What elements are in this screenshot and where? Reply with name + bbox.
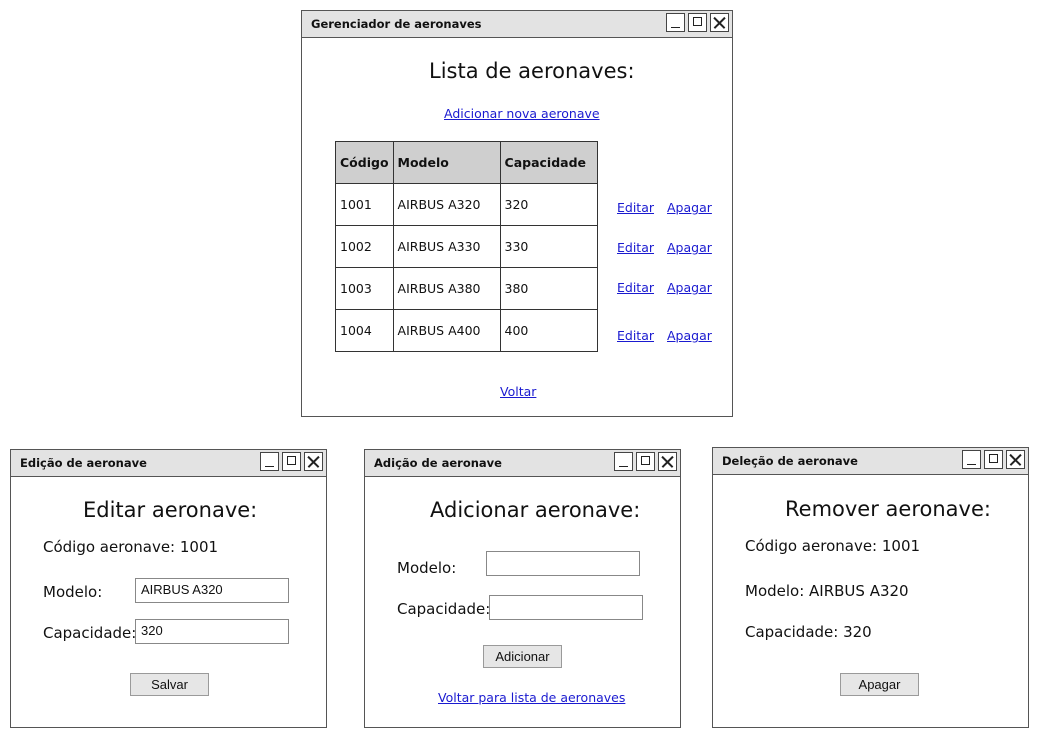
table-row: 1001 AIRBUS A320 320 xyxy=(335,183,599,226)
delete-link-row-4[interactable]: Apagar xyxy=(667,328,712,343)
cell-model: AIRBUS A380 xyxy=(392,267,501,310)
capacity-field[interactable] xyxy=(489,595,643,620)
column-header-capacity: Capacidade xyxy=(499,141,599,184)
cell-model: AIRBUS A330 xyxy=(392,225,501,268)
back-to-list-link[interactable]: Voltar para lista de aeronaves xyxy=(438,690,625,705)
cell-model: AIRBUS A400 xyxy=(392,309,501,352)
cell-capacity: 380 xyxy=(499,267,599,310)
maximize-icon[interactable] xyxy=(636,452,655,471)
close-icon[interactable] xyxy=(1006,450,1025,469)
minimize-icon[interactable] xyxy=(666,13,685,32)
window-title: Edição de aeronave xyxy=(20,456,147,470)
close-icon[interactable] xyxy=(304,452,323,471)
aircraft-code-text: Código aeronave: 1001 xyxy=(745,537,921,555)
window-controls xyxy=(962,450,1025,469)
close-icon[interactable] xyxy=(658,452,677,471)
cell-model: AIRBUS A320 xyxy=(392,183,501,226)
cell-capacity: 330 xyxy=(499,225,599,268)
maximize-icon[interactable] xyxy=(282,452,301,471)
edit-link-row-4[interactable]: Editar xyxy=(617,328,654,343)
aircraft-table: Código Modelo Capacidade 1001 AIRBUS A32… xyxy=(335,141,599,352)
minimize-icon[interactable] xyxy=(614,452,633,471)
delete-link-row-3[interactable]: Apagar xyxy=(667,280,712,295)
window-title: Adição de aeronave xyxy=(374,456,502,470)
minimize-icon[interactable] xyxy=(962,450,981,469)
model-field[interactable] xyxy=(486,551,640,576)
edit-link-row-1[interactable]: Editar xyxy=(617,200,654,215)
page-title: Adicionar aeronave: xyxy=(430,498,641,522)
cell-code: 1001 xyxy=(335,183,394,226)
cell-code: 1004 xyxy=(335,309,394,352)
add-aircraft-link[interactable]: Adicionar nova aeronave xyxy=(444,106,600,121)
aircraft-capacity-text: Capacidade: 320 xyxy=(745,623,872,641)
close-icon[interactable] xyxy=(710,13,729,32)
save-button[interactable]: Salvar xyxy=(130,673,209,696)
table-row: 1004 AIRBUS A400 400 xyxy=(335,309,599,352)
cell-capacity: 400 xyxy=(499,309,599,352)
capacity-field[interactable]: 320 xyxy=(135,619,289,644)
maximize-icon[interactable] xyxy=(688,13,707,32)
edit-link-row-3[interactable]: Editar xyxy=(617,280,654,295)
page-title: Lista de aeronaves: xyxy=(429,59,635,83)
edit-window: Edição de aeronave Editar aeronave: Códi… xyxy=(10,449,327,728)
window-controls xyxy=(666,13,729,32)
table-row: 1002 AIRBUS A330 330 xyxy=(335,225,599,268)
add-window-titlebar: Adição de aeronave xyxy=(365,450,680,477)
delete-button[interactable]: Apagar xyxy=(840,673,919,696)
model-label: Modelo: xyxy=(397,559,457,577)
column-header-model: Modelo xyxy=(392,141,501,184)
minimize-icon[interactable] xyxy=(260,452,279,471)
window-title: Gerenciador de aeronaves xyxy=(311,17,482,31)
delete-link-row-2[interactable]: Apagar xyxy=(667,240,712,255)
edit-window-titlebar: Edição de aeronave xyxy=(11,450,326,477)
capacity-label: Capacidade: xyxy=(397,600,491,618)
column-header-code: Código xyxy=(335,141,394,184)
cell-code: 1002 xyxy=(335,225,394,268)
capacity-label: Capacidade: xyxy=(43,624,137,642)
page-title: Remover aeronave: xyxy=(785,497,991,521)
delete-window-titlebar: Deleção de aeronave xyxy=(713,448,1028,475)
aircraft-code-text: Código aeronave: 1001 xyxy=(43,538,219,556)
cell-capacity: 320 xyxy=(499,183,599,226)
window-title: Deleção de aeronave xyxy=(722,454,858,468)
edit-link-row-2[interactable]: Editar xyxy=(617,240,654,255)
aircraft-model-text: Modelo: AIRBUS A320 xyxy=(745,582,909,600)
add-button[interactable]: Adicionar xyxy=(483,645,562,668)
table-header-row: Código Modelo Capacidade xyxy=(335,141,599,184)
main-window: Gerenciador de aeronaves Lista de aerona… xyxy=(301,10,733,417)
maximize-icon[interactable] xyxy=(984,450,1003,469)
window-controls xyxy=(614,452,677,471)
page-title: Editar aeronave: xyxy=(83,498,258,522)
model-field[interactable]: AIRBUS A320 xyxy=(135,578,289,603)
back-link[interactable]: Voltar xyxy=(500,384,536,399)
window-controls xyxy=(260,452,323,471)
add-window: Adição de aeronave Adicionar aeronave: M… xyxy=(364,449,681,728)
delete-link-row-1[interactable]: Apagar xyxy=(667,200,712,215)
table-row: 1003 AIRBUS A380 380 xyxy=(335,267,599,310)
cell-code: 1003 xyxy=(335,267,394,310)
main-window-titlebar: Gerenciador de aeronaves xyxy=(302,11,732,38)
delete-window: Deleção de aeronave Remover aeronave: Có… xyxy=(712,447,1029,728)
model-label: Modelo: xyxy=(43,583,103,601)
